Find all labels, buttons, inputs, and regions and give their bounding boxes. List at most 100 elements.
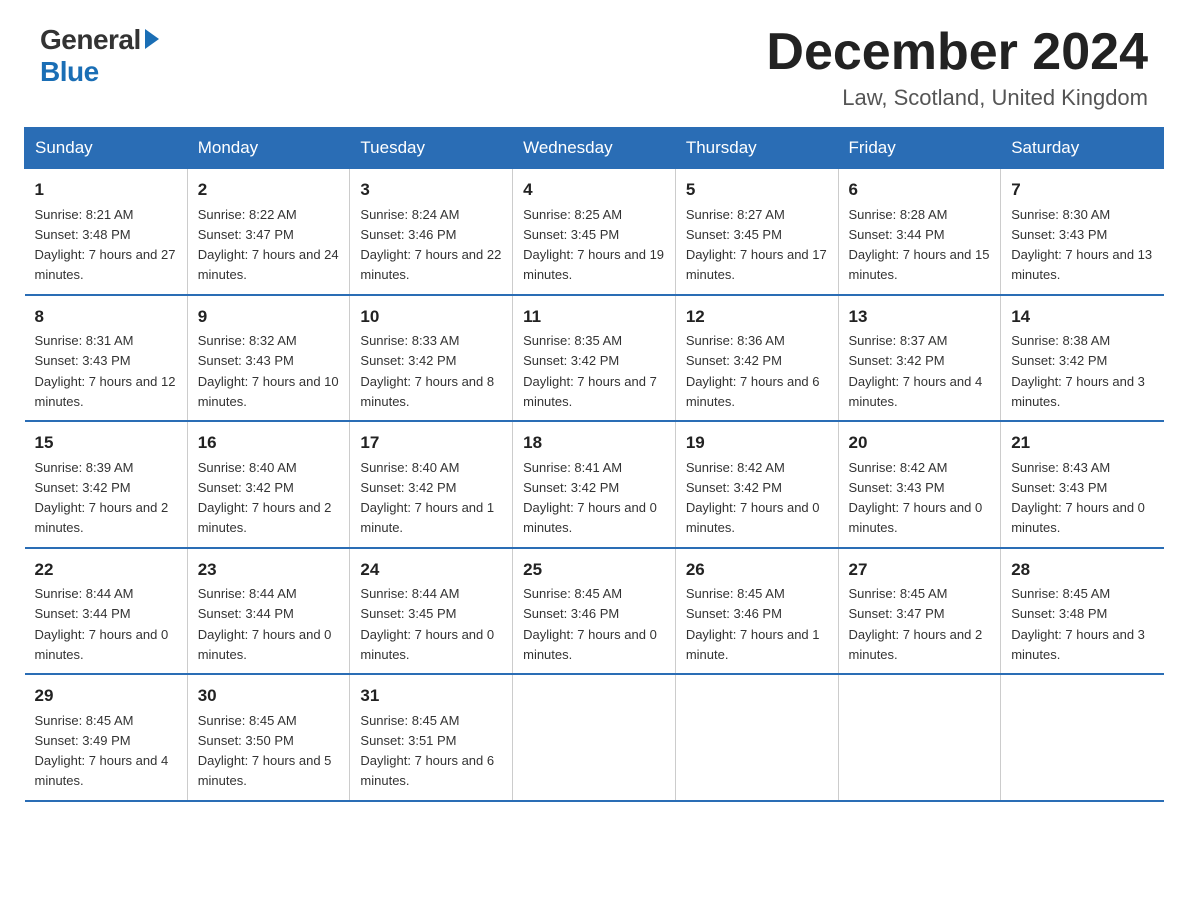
calendar-cell (513, 674, 676, 801)
calendar-cell (675, 674, 838, 801)
day-info: Sunrise: 8:28 AMSunset: 3:44 PMDaylight:… (849, 207, 990, 283)
day-number: 15 (35, 430, 177, 456)
day-number: 26 (686, 557, 828, 583)
calendar-cell: 9 Sunrise: 8:32 AMSunset: 3:43 PMDaylight… (187, 295, 350, 422)
day-number: 12 (686, 304, 828, 330)
calendar-cell: 23 Sunrise: 8:44 AMSunset: 3:44 PMDayligh… (187, 548, 350, 675)
logo-general-text: General (40, 24, 141, 56)
day-info: Sunrise: 8:42 AMSunset: 3:43 PMDaylight:… (849, 460, 983, 536)
day-info: Sunrise: 8:45 AMSunset: 3:46 PMDaylight:… (523, 586, 657, 662)
calendar-cell: 26 Sunrise: 8:45 AMSunset: 3:46 PMDayligh… (675, 548, 838, 675)
calendar-cell (1001, 674, 1164, 801)
day-number: 27 (849, 557, 991, 583)
calendar-cell: 22 Sunrise: 8:44 AMSunset: 3:44 PMDayligh… (25, 548, 188, 675)
day-number: 2 (198, 177, 340, 203)
day-number: 20 (849, 430, 991, 456)
day-info: Sunrise: 8:43 AMSunset: 3:43 PMDaylight:… (1011, 460, 1145, 536)
calendar-cell: 27 Sunrise: 8:45 AMSunset: 3:47 PMDayligh… (838, 548, 1001, 675)
day-number: 8 (35, 304, 177, 330)
weekday-header-monday: Monday (187, 128, 350, 169)
calendar-cell: 11 Sunrise: 8:35 AMSunset: 3:42 PMDayligh… (513, 295, 676, 422)
day-info: Sunrise: 8:32 AMSunset: 3:43 PMDaylight:… (198, 333, 339, 409)
day-info: Sunrise: 8:37 AMSunset: 3:42 PMDaylight:… (849, 333, 983, 409)
day-info: Sunrise: 8:40 AMSunset: 3:42 PMDaylight:… (198, 460, 332, 536)
title-area: December 2024 Law, Scotland, United King… (766, 24, 1148, 111)
day-info: Sunrise: 8:24 AMSunset: 3:46 PMDaylight:… (360, 207, 501, 283)
month-title: December 2024 (766, 24, 1148, 81)
calendar-cell: 13 Sunrise: 8:37 AMSunset: 3:42 PMDayligh… (838, 295, 1001, 422)
day-number: 24 (360, 557, 502, 583)
day-number: 28 (1011, 557, 1153, 583)
day-number: 13 (849, 304, 991, 330)
day-number: 31 (360, 683, 502, 709)
day-info: Sunrise: 8:40 AMSunset: 3:42 PMDaylight:… (360, 460, 494, 536)
calendar-week-row: 22 Sunrise: 8:44 AMSunset: 3:44 PMDayligh… (25, 548, 1164, 675)
calendar-cell: 5 Sunrise: 8:27 AMSunset: 3:45 PMDaylight… (675, 169, 838, 295)
calendar-cell: 14 Sunrise: 8:38 AMSunset: 3:42 PMDayligh… (1001, 295, 1164, 422)
location-text: Law, Scotland, United Kingdom (766, 85, 1148, 111)
day-number: 25 (523, 557, 665, 583)
day-number: 22 (35, 557, 177, 583)
day-info: Sunrise: 8:44 AMSunset: 3:44 PMDaylight:… (198, 586, 332, 662)
day-number: 6 (849, 177, 991, 203)
day-info: Sunrise: 8:39 AMSunset: 3:42 PMDaylight:… (35, 460, 169, 536)
day-info: Sunrise: 8:45 AMSunset: 3:47 PMDaylight:… (849, 586, 983, 662)
calendar-header: SundayMondayTuesdayWednesdayThursdayFrid… (25, 128, 1164, 169)
weekday-header-friday: Friday (838, 128, 1001, 169)
day-number: 3 (360, 177, 502, 203)
day-info: Sunrise: 8:21 AMSunset: 3:48 PMDaylight:… (35, 207, 176, 283)
logo: General Blue (40, 24, 159, 88)
day-info: Sunrise: 8:30 AMSunset: 3:43 PMDaylight:… (1011, 207, 1152, 283)
weekday-header-thursday: Thursday (675, 128, 838, 169)
day-number: 14 (1011, 304, 1153, 330)
day-info: Sunrise: 8:45 AMSunset: 3:49 PMDaylight:… (35, 713, 169, 789)
calendar-cell: 6 Sunrise: 8:28 AMSunset: 3:44 PMDaylight… (838, 169, 1001, 295)
calendar-cell: 2 Sunrise: 8:22 AMSunset: 3:47 PMDaylight… (187, 169, 350, 295)
calendar-week-row: 29 Sunrise: 8:45 AMSunset: 3:49 PMDayligh… (25, 674, 1164, 801)
day-info: Sunrise: 8:45 AMSunset: 3:46 PMDaylight:… (686, 586, 820, 662)
calendar-week-row: 8Sunrise: 8:31 AMSunset: 3:43 PMDaylight… (25, 295, 1164, 422)
calendar-cell: 10Sunrise: 8:33 AMSunset: 3:42 PMDayligh… (350, 295, 513, 422)
day-info: Sunrise: 8:44 AMSunset: 3:44 PMDaylight:… (35, 586, 169, 662)
calendar-cell: 28 Sunrise: 8:45 AMSunset: 3:48 PMDayligh… (1001, 548, 1164, 675)
calendar-cell: 4Sunrise: 8:25 AMSunset: 3:45 PMDaylight… (513, 169, 676, 295)
day-info: Sunrise: 8:42 AMSunset: 3:42 PMDaylight:… (686, 460, 820, 536)
day-info: Sunrise: 8:38 AMSunset: 3:42 PMDaylight:… (1011, 333, 1145, 409)
weekday-header-row: SundayMondayTuesdayWednesdayThursdayFrid… (25, 128, 1164, 169)
calendar-cell: 30 Sunrise: 8:45 AMSunset: 3:50 PMDayligh… (187, 674, 350, 801)
day-number: 16 (198, 430, 340, 456)
day-info: Sunrise: 8:35 AMSunset: 3:42 PMDaylight:… (523, 333, 657, 409)
day-info: Sunrise: 8:45 AMSunset: 3:50 PMDaylight:… (198, 713, 332, 789)
weekday-header-saturday: Saturday (1001, 128, 1164, 169)
calendar-cell: 18Sunrise: 8:41 AMSunset: 3:42 PMDayligh… (513, 421, 676, 548)
day-number: 21 (1011, 430, 1153, 456)
calendar-cell: 19 Sunrise: 8:42 AMSunset: 3:42 PMDayligh… (675, 421, 838, 548)
calendar-cell: 8Sunrise: 8:31 AMSunset: 3:43 PMDaylight… (25, 295, 188, 422)
day-info: Sunrise: 8:22 AMSunset: 3:47 PMDaylight:… (198, 207, 339, 283)
day-number: 11 (523, 304, 665, 330)
day-info: Sunrise: 8:45 AMSunset: 3:48 PMDaylight:… (1011, 586, 1145, 662)
day-number: 9 (198, 304, 340, 330)
calendar-cell: 29 Sunrise: 8:45 AMSunset: 3:49 PMDayligh… (25, 674, 188, 801)
calendar-cell: 25 Sunrise: 8:45 AMSunset: 3:46 PMDayligh… (513, 548, 676, 675)
day-info: Sunrise: 8:27 AMSunset: 3:45 PMDaylight:… (686, 207, 827, 283)
day-number: 30 (198, 683, 340, 709)
day-info: Sunrise: 8:25 AMSunset: 3:45 PMDaylight:… (523, 207, 664, 283)
day-info: Sunrise: 8:45 AMSunset: 3:51 PMDaylight:… (360, 713, 494, 789)
day-number: 5 (686, 177, 828, 203)
calendar-cell: 20 Sunrise: 8:42 AMSunset: 3:43 PMDayligh… (838, 421, 1001, 548)
day-number: 1 (35, 177, 177, 203)
calendar-cell: 21 Sunrise: 8:43 AMSunset: 3:43 PMDayligh… (1001, 421, 1164, 548)
calendar-cell (838, 674, 1001, 801)
calendar-body: 1 Sunrise: 8:21 AMSunset: 3:48 PMDaylight… (25, 169, 1164, 801)
calendar-cell: 1 Sunrise: 8:21 AMSunset: 3:48 PMDaylight… (25, 169, 188, 295)
weekday-header-tuesday: Tuesday (350, 128, 513, 169)
day-number: 23 (198, 557, 340, 583)
calendar-container: SundayMondayTuesdayWednesdayThursdayFrid… (0, 127, 1188, 826)
calendar-cell: 31 Sunrise: 8:45 AMSunset: 3:51 PMDayligh… (350, 674, 513, 801)
day-number: 29 (35, 683, 177, 709)
day-number: 19 (686, 430, 828, 456)
calendar-cell: 15 Sunrise: 8:39 AMSunset: 3:42 PMDayligh… (25, 421, 188, 548)
calendar-cell: 7Sunrise: 8:30 AMSunset: 3:43 PMDaylight… (1001, 169, 1164, 295)
page-header: General Blue December 2024 Law, Scotland… (0, 0, 1188, 127)
